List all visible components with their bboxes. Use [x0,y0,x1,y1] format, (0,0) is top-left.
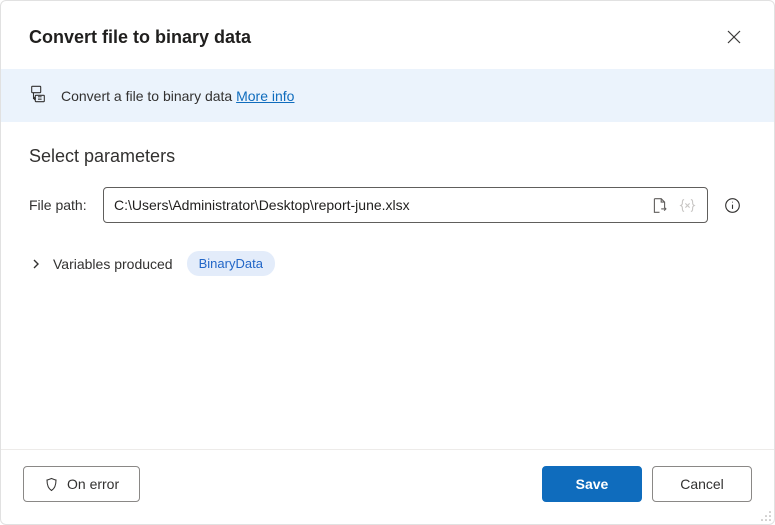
save-button[interactable]: Save [542,466,642,502]
file-path-label: File path: [29,197,93,213]
file-path-info-button[interactable] [718,191,746,219]
close-icon [727,30,741,44]
info-banner-text: Convert a file to binary data More info [61,88,294,104]
close-button[interactable] [718,21,750,53]
section-title: Select parameters [29,146,746,167]
braces-x-icon [679,197,696,214]
file-picker-button[interactable] [645,191,673,219]
dialog-title: Convert file to binary data [29,27,251,48]
variables-produced-label[interactable]: Variables produced [53,256,173,272]
file-path-input-wrapper [103,187,708,223]
convert-file-icon [29,85,47,106]
resize-handle[interactable] [760,510,772,522]
file-arrow-icon [651,197,668,214]
on-error-label: On error [67,476,119,492]
on-error-button[interactable]: On error [23,466,140,502]
chevron-right-icon[interactable] [29,257,43,271]
variable-picker-button[interactable] [673,191,701,219]
info-banner: Convert a file to binary data More info [1,69,774,122]
info-icon [724,197,741,214]
file-path-input[interactable] [114,197,645,213]
shield-icon [44,477,59,492]
variable-chip-binarydata[interactable]: BinaryData [187,251,275,276]
more-info-link[interactable]: More info [236,88,294,104]
cancel-button[interactable]: Cancel [652,466,752,502]
